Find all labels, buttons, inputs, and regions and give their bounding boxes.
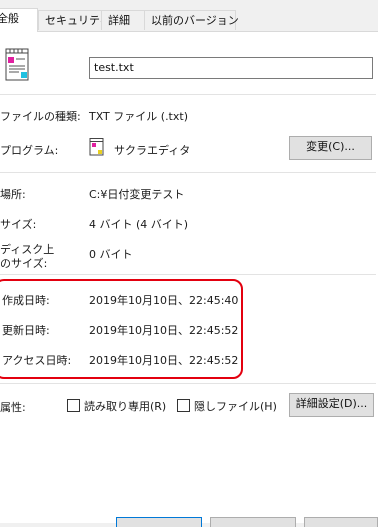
file-type-value: TXT ファイル (.txt) <box>89 110 188 123</box>
size-value: 4 バイト (4 バイト) <box>89 218 189 231</box>
checkbox-box[interactable] <box>67 399 80 412</box>
disk-size-value: 0 バイト <box>89 248 133 261</box>
disk-size-label-line2: のサイズ: <box>0 257 48 270</box>
readonly-label: 読み取り専用(R) <box>84 400 167 413</box>
hidden-label: 隠しファイル(H) <box>194 400 277 413</box>
dates-highlight-annotation <box>0 279 243 379</box>
separator <box>0 274 376 275</box>
sakura-editor-icon <box>89 138 105 156</box>
change-program-button[interactable]: 変更(C)... <box>289 136 372 160</box>
tab-previous-versions[interactable]: 以前のバージョン <box>144 10 239 30</box>
program-value: サクラエディタ <box>114 144 191 157</box>
checkbox-box[interactable] <box>177 399 190 412</box>
general-panel: test.txt ファイルの種類: TXT ファイル (.txt) プログラム:… <box>0 31 378 527</box>
file-name-input[interactable]: test.txt <box>89 57 373 79</box>
file-type-label: ファイルの種類: <box>0 110 81 123</box>
tab-security[interactable]: セキュリティ <box>38 10 110 30</box>
location-label: 場所: <box>0 188 26 201</box>
tab-strip: 全般 セキュリティ 詳細 以前のバージョン <box>0 0 378 32</box>
separator <box>0 383 376 384</box>
cancel-button[interactable] <box>210 517 296 527</box>
ok-button[interactable] <box>116 517 202 527</box>
location-value: C:¥日付変更テスト <box>89 188 185 201</box>
separator <box>0 94 376 95</box>
readonly-checkbox[interactable]: 読み取り専用(R) <box>67 399 166 413</box>
hidden-checkbox[interactable]: 隠しファイル(H) <box>177 399 277 413</box>
size-label: サイズ: <box>0 218 37 231</box>
tab-details[interactable]: 詳細 <box>101 10 145 30</box>
apply-button[interactable] <box>304 517 378 527</box>
program-label: プログラム: <box>0 144 59 157</box>
attributes-label: 属性: <box>0 401 26 414</box>
separator <box>0 172 376 173</box>
tab-general[interactable]: 全般 <box>0 8 38 32</box>
text-file-icon <box>4 48 32 82</box>
advanced-attributes-button[interactable]: 詳細設定(D)... <box>289 393 374 417</box>
